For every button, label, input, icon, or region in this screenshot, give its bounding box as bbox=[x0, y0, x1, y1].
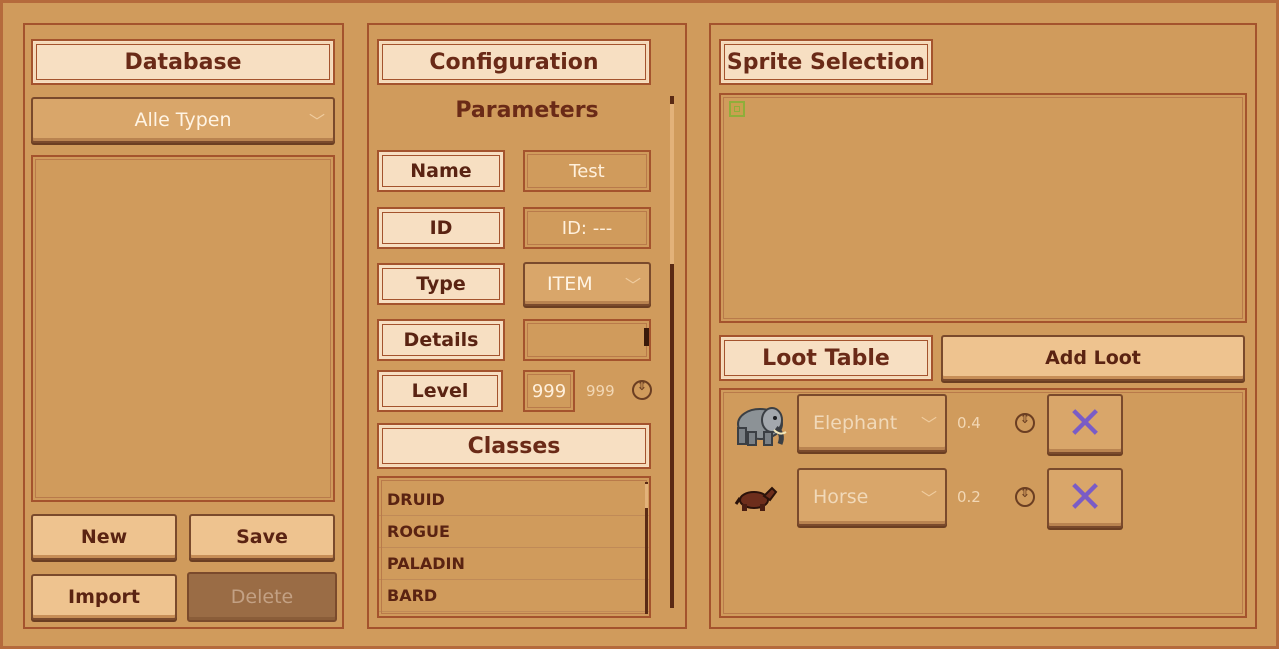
save-button[interactable]: Save bbox=[189, 514, 335, 560]
loot-chance-value: 0.4 bbox=[957, 414, 981, 432]
id-field: ID: --- bbox=[523, 207, 651, 249]
type-filter-value: Alle Typen bbox=[134, 109, 232, 131]
chevron-down-icon: ﹀ bbox=[920, 489, 937, 508]
level-label: Level bbox=[377, 370, 503, 412]
name-label: Name bbox=[377, 150, 505, 192]
new-button[interactable]: New bbox=[31, 514, 177, 560]
level-spinner-icon[interactable] bbox=[632, 379, 652, 400]
classes-list[interactable]: DRUID ROGUE PALADIN BARD bbox=[377, 476, 651, 618]
horse-icon bbox=[734, 484, 778, 512]
configuration-scrollbar-thumb[interactable] bbox=[670, 104, 674, 264]
configuration-title: Configuration bbox=[377, 39, 651, 85]
name-input[interactable]: Test bbox=[523, 150, 651, 192]
id-label: ID bbox=[377, 207, 505, 249]
loot-chance-value: 0.2 bbox=[957, 488, 981, 506]
sprite-selection-title: Sprite Selection bbox=[719, 39, 933, 85]
loot-creature-dropdown[interactable]: Horse ﹀ bbox=[797, 468, 947, 526]
add-loot-button[interactable]: Add Loot bbox=[941, 335, 1245, 381]
close-icon: ✕ bbox=[1066, 472, 1104, 523]
database-entry-list[interactable] bbox=[31, 155, 335, 502]
chevron-down-icon: ﹀ bbox=[920, 415, 937, 434]
type-label: Type bbox=[377, 263, 505, 305]
details-input[interactable] bbox=[523, 319, 651, 361]
classes-title: Classes bbox=[377, 423, 651, 469]
class-item[interactable]: BARD bbox=[379, 580, 649, 612]
delete-button[interactable]: Delete bbox=[187, 572, 337, 622]
class-item[interactable]: PALADIN bbox=[379, 548, 649, 580]
level-max-value: 999 bbox=[586, 382, 615, 400]
sprite-marker bbox=[734, 106, 740, 112]
parameters-title: Parameters bbox=[455, 98, 599, 123]
sprite-selection-area[interactable] bbox=[719, 93, 1247, 323]
class-item[interactable]: ROGUE bbox=[379, 516, 649, 548]
elephant-icon bbox=[724, 402, 788, 448]
remove-loot-button[interactable]: ✕ bbox=[1047, 468, 1123, 528]
import-button[interactable]: Import bbox=[31, 574, 177, 620]
loot-chance-spinner-icon[interactable] bbox=[1015, 486, 1035, 507]
loot-chance-spinner-icon[interactable] bbox=[1015, 412, 1035, 433]
close-icon: ✕ bbox=[1066, 398, 1104, 449]
type-dropdown[interactable]: ITEM ﹀ bbox=[523, 262, 651, 306]
loot-creature-value: Elephant bbox=[813, 412, 898, 434]
chevron-down-icon: ﹀ bbox=[308, 112, 325, 131]
level-input[interactable]: 999 bbox=[523, 370, 575, 412]
loot-creature-dropdown[interactable]: Elephant ﹀ bbox=[797, 394, 947, 452]
chevron-down-icon: ﹀ bbox=[624, 276, 641, 295]
class-item[interactable]: DRUID bbox=[379, 484, 649, 516]
loot-table-title: Loot Table bbox=[719, 335, 933, 381]
type-dropdown-value: ITEM bbox=[547, 273, 593, 295]
remove-loot-button[interactable]: ✕ bbox=[1047, 394, 1123, 454]
database-title: Database bbox=[31, 39, 335, 85]
classes-scrollbar-thumb[interactable] bbox=[645, 484, 648, 508]
selected-sprite-icon[interactable] bbox=[729, 101, 745, 117]
details-label: Details bbox=[377, 319, 505, 361]
details-resize-handle[interactable] bbox=[644, 328, 649, 346]
loot-creature-value: Horse bbox=[813, 486, 869, 508]
type-filter-dropdown[interactable]: Alle Typen ﹀ bbox=[31, 97, 335, 143]
